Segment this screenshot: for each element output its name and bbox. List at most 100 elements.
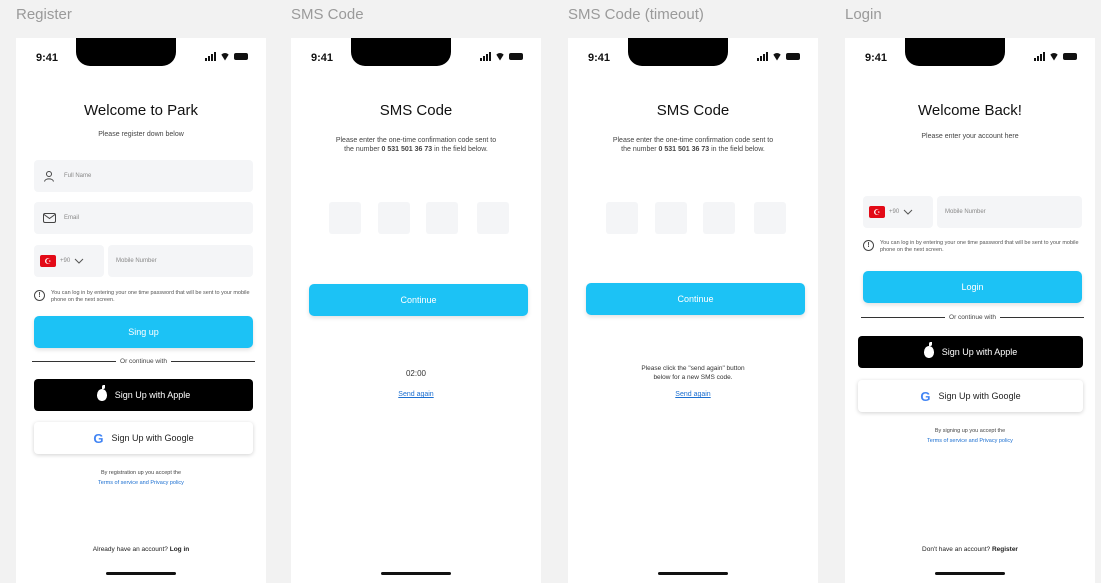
info-icon: !	[863, 240, 874, 251]
frame-label-login: Login	[845, 6, 882, 23]
page-subtitle: Please register down below	[98, 131, 184, 138]
page-title: Welcome Back!	[918, 102, 1022, 119]
code-digit-4[interactable]	[477, 202, 509, 234]
user-icon	[42, 169, 56, 183]
mobile-placeholder: Mobile Number	[945, 209, 986, 215]
mobile-number-input[interactable]: Mobile Number	[108, 245, 253, 277]
phone-input-group: ☪ +90 Mobile Number	[863, 196, 1082, 228]
sms-desc-prefix: the number	[621, 146, 657, 153]
sms-desc-suffix: in the field below.	[434, 146, 488, 153]
or-continue-text: Or continue with	[949, 314, 996, 321]
info-icon: !	[34, 290, 45, 301]
terms-link[interactable]: Terms of service and Privacy policy	[16, 478, 266, 488]
timeout-msg-line1: Please click the "send again" button	[641, 365, 745, 372]
or-divider: Or continue with	[32, 358, 255, 365]
code-digit-3[interactable]	[703, 202, 735, 234]
bottom-prompt: Don't have an account? Register	[845, 546, 1095, 553]
code-digit-1[interactable]	[606, 202, 638, 234]
or-divider: Or continue with	[861, 314, 1084, 321]
chevron-down-icon	[74, 258, 84, 264]
signal-icon	[757, 52, 768, 61]
code-digit-4[interactable]	[754, 202, 786, 234]
info-text: You can log in by entering your one time…	[880, 240, 1079, 253]
code-digit-3[interactable]	[426, 202, 458, 234]
apple-icon	[96, 385, 107, 401]
frame-label-sms: SMS Code	[291, 6, 364, 23]
google-label: Sign Up with Google	[111, 433, 194, 443]
battery-icon	[1063, 53, 1077, 60]
status-bar: 9:41	[16, 38, 266, 70]
apple-signup-button[interactable]: Sign Up with Apple	[858, 336, 1083, 368]
country-code: +90	[60, 258, 71, 264]
terms-prefix: By registration up you accept the	[100, 470, 182, 476]
google-signup-button[interactable]: G Sign Up with Google	[34, 422, 253, 454]
home-indicator	[658, 572, 728, 575]
chevron-down-icon	[903, 209, 913, 215]
terms-text: By registration up you accept the Terms …	[16, 468, 266, 488]
register-link[interactable]: Register	[992, 546, 1018, 553]
signal-icon	[205, 52, 216, 61]
sms-desc-line1: Please enter the one-time confirmation c…	[335, 137, 497, 144]
notch	[905, 38, 1005, 66]
bottom-prompt-text: Don't have an account?	[922, 546, 991, 553]
send-again-link[interactable]: Send again	[291, 391, 541, 398]
google-icon: G	[920, 388, 931, 404]
login-screen: 9:41 Welcome Back! Please enter your acc…	[845, 38, 1095, 583]
status-time: 9:41	[588, 52, 611, 64]
mail-icon	[42, 211, 56, 225]
battery-icon	[786, 53, 800, 60]
terms-link[interactable]: Terms of service and Privacy policy	[845, 436, 1095, 446]
mobile-number-input[interactable]: Mobile Number	[937, 196, 1082, 228]
fullname-field[interactable]: Full Name	[34, 160, 253, 192]
sms-desc-line1: Please enter the one-time confirmation c…	[612, 137, 774, 144]
info-note: ! You can log in by entering your one ti…	[34, 290, 253, 304]
send-again-link[interactable]: Send again	[568, 391, 818, 398]
home-indicator	[106, 572, 176, 575]
countdown-timer: 02:00	[405, 369, 427, 378]
google-signup-button[interactable]: G Sign Up with Google	[858, 380, 1083, 412]
login-button[interactable]: Login	[863, 271, 1082, 303]
continue-button[interactable]: Continue	[586, 283, 805, 315]
apple-icon	[923, 342, 934, 358]
info-text: You can log in by entering your one time…	[51, 290, 250, 303]
home-indicator	[935, 572, 1005, 575]
page-title: Welcome to Park	[84, 102, 198, 119]
phone-number: 0 531 501 36 73	[658, 146, 710, 153]
frame-label-sms-timeout: SMS Code (timeout)	[568, 6, 704, 23]
fullname-placeholder: Full Name	[64, 173, 92, 179]
mobile-placeholder: Mobile Number	[116, 258, 157, 264]
timeout-message: Please click the "send again" button bel…	[568, 364, 818, 382]
turkey-flag-icon: ☪	[40, 255, 56, 267]
login-link[interactable]: Log in	[170, 546, 190, 553]
sms-description: Please enter the one-time confirmation c…	[568, 136, 818, 154]
home-indicator	[381, 572, 451, 575]
email-field[interactable]: Email	[34, 202, 253, 234]
signal-icon	[480, 52, 491, 61]
apple-signup-button[interactable]: Sign Up with Apple	[34, 379, 253, 411]
apple-label: Sign Up with Apple	[114, 390, 191, 400]
code-digit-1[interactable]	[329, 202, 361, 234]
country-code-select[interactable]: ☪ +90	[863, 196, 933, 228]
timeout-msg-line2: below for a new SMS code.	[653, 374, 733, 381]
code-digit-2[interactable]	[655, 202, 687, 234]
continue-button[interactable]: Continue	[309, 284, 528, 316]
signal-icon	[1034, 52, 1045, 61]
turkey-flag-icon: ☪	[869, 206, 885, 218]
page-subtitle: Please enter your account here	[921, 133, 1019, 140]
notch	[76, 38, 176, 66]
bottom-prompt: Already have an account? Log in	[16, 546, 266, 553]
signup-button[interactable]: Sing up	[34, 316, 253, 348]
phone-number: 0 531 501 36 73	[381, 146, 433, 153]
wifi-icon	[495, 53, 505, 61]
status-bar: 9:41	[845, 38, 1095, 70]
country-code-select[interactable]: ☪ +90	[34, 245, 104, 277]
sms-screen: 9:41 SMS Code Please enter the one-time …	[291, 38, 541, 583]
page-title: SMS Code	[379, 102, 453, 119]
code-digit-2[interactable]	[378, 202, 410, 234]
or-continue-text: Or continue with	[120, 358, 167, 365]
status-time: 9:41	[865, 52, 888, 64]
register-screen: 9:41 Welcome to Park Please register dow…	[16, 38, 266, 583]
terms-prefix: By signing up you accept the	[934, 428, 1006, 434]
status-time: 9:41	[36, 52, 59, 64]
email-placeholder: Email	[64, 215, 80, 221]
